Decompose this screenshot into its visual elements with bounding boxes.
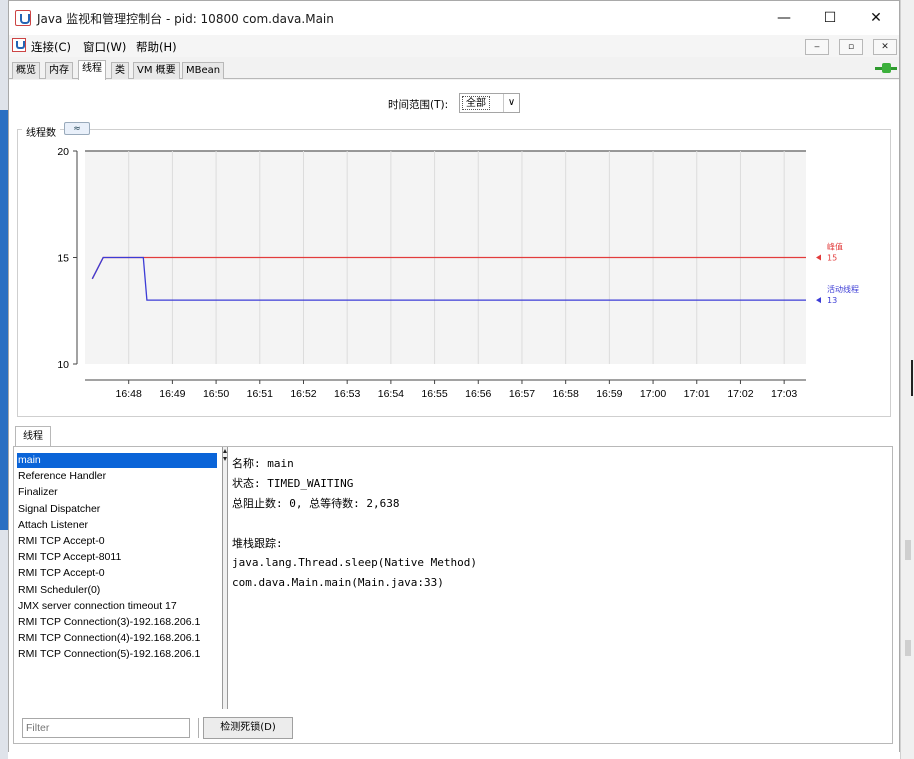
minimize-button[interactable]: —: [761, 1, 807, 35]
x-tick-label: 16:50: [203, 388, 229, 400]
legend-value: 15: [827, 254, 837, 263]
collapse-left-arrow-icon[interactable]: [223, 449, 227, 453]
collapse-right-arrow-icon[interactable]: [223, 457, 227, 461]
thread-list-item[interactable]: RMI TCP Accept-8011: [17, 550, 217, 565]
x-tick-label: 17:03: [771, 388, 797, 400]
thread-count-chart-panel: 16:48 16:49 16:50 16:51 16:52 16:53 16:54 16:55…: [17, 129, 891, 417]
thread-list-item[interactable]: RMI Scheduler(0): [17, 583, 217, 598]
thread-list[interactable]: main Reference Handler Finalizer Signal Dis…: [14, 447, 221, 709]
time-range-value: 全部: [462, 96, 490, 110]
y-tick-label: 10: [57, 359, 69, 371]
thread-name: 名称: main: [232, 457, 294, 470]
series-marker-0: [816, 254, 821, 261]
tab-overview[interactable]: 概览: [12, 62, 40, 79]
thread-list-item[interactable]: main: [17, 453, 217, 468]
menu-connection[interactable]: 连接(C): [31, 39, 71, 55]
x-tick-label: 16:52: [290, 388, 316, 400]
menu-bar: 连接(C) 窗口(W) 帮助(H): [9, 35, 899, 57]
time-range-select[interactable]: 全部 ∨: [459, 93, 520, 113]
desktop-caret: [911, 360, 913, 396]
x-tick-label: 16:48: [116, 388, 142, 400]
thread-list-item[interactable]: RMI TCP Connection(3)-192.168.206.1: [17, 615, 217, 630]
x-tick-label: 16:53: [334, 388, 360, 400]
thread-list-item[interactable]: Signal Dispatcher: [17, 502, 217, 517]
split-divider[interactable]: [222, 447, 228, 709]
thread-list-item[interactable]: RMI TCP Accept-0: [17, 534, 217, 549]
menu-help[interactable]: 帮助(H): [136, 39, 177, 55]
x-tick-label: 16:59: [596, 388, 622, 400]
legend-value: 13: [827, 296, 837, 305]
y-tick-label: 20: [57, 146, 69, 158]
background-desktop-right: [900, 0, 914, 759]
x-tick-label: 17:01: [684, 388, 710, 400]
x-tick-label: 16:54: [378, 388, 404, 400]
x-tick-label: 16:55: [421, 388, 447, 400]
thread-list-item[interactable]: RMI TCP Connection(5)-192.168.206.1: [17, 647, 217, 662]
x-tick-label: 16:49: [159, 388, 185, 400]
filter-field[interactable]: [22, 718, 190, 738]
x-tick-label: 16:57: [509, 388, 535, 400]
close-button[interactable]: ✕: [853, 1, 899, 35]
java-app-icon: [15, 10, 31, 26]
separator: [198, 718, 199, 738]
x-tick-label: 16:56: [465, 388, 491, 400]
maximize-button[interactable]: ☐: [807, 1, 853, 35]
menu-window[interactable]: 窗口(W): [83, 39, 126, 55]
stack-frame: java.lang.Thread.sleep(Native Method): [232, 556, 478, 569]
threads-panel: main Reference Handler Finalizer Signal Dis…: [13, 446, 893, 744]
series-marker-1: [816, 297, 821, 304]
java-menu-icon[interactable]: [12, 38, 26, 52]
jconsole-window: Java 监视和管理控制台 - pid: 10800 com.dava.Main…: [8, 0, 900, 752]
background-desktop-left: [0, 0, 8, 759]
tab-memory[interactable]: 内存: [45, 62, 73, 79]
y-tick-label: 15: [57, 253, 69, 265]
tab-vm-summary[interactable]: VM 概要: [133, 62, 180, 79]
stack-frame: com.dava.Main.main(Main.java:33): [232, 576, 444, 589]
thread-list-item[interactable]: Reference Handler: [17, 469, 217, 484]
legend-label: 活动线程: [827, 284, 859, 294]
stack-trace-title: 堆栈跟踪:: [232, 537, 283, 550]
title-bar[interactable]: Java 监视和管理控制台 - pid: 10800 com.dava.Main…: [9, 1, 899, 35]
mdi-minimize-button[interactable]: ‒: [805, 39, 829, 55]
thread-list-item[interactable]: Finalizer: [17, 485, 217, 500]
thread-list-item[interactable]: JMX server connection timeout 17: [17, 599, 217, 614]
chevron-down-icon[interactable]: ∨: [503, 94, 519, 112]
thread-list-item[interactable]: RMI TCP Accept-0: [17, 566, 217, 581]
thread-count-chart: 16:48 16:49 16:50 16:51 16:52 16:53 16:54 16:55…: [57, 146, 859, 400]
threads-list-tab[interactable]: 线程: [15, 426, 51, 446]
thread-blocked-waited: 总阻止数: 0, 总等待数: 2,638: [232, 497, 400, 510]
connection-status-icon: [875, 63, 897, 73]
tab-classes[interactable]: 类: [111, 62, 129, 79]
collapse-icon[interactable]: ≈: [64, 122, 90, 135]
tab-bar: 概览 内存 线程 类 VM 概要 MBean: [9, 59, 899, 80]
x-tick-label: 17:00: [640, 388, 666, 400]
tab-threads[interactable]: 线程: [78, 60, 106, 80]
filter-input[interactable]: [23, 719, 189, 737]
thread-details: 名称: main 状态: TIMED_WAITING 总阻止数: 0, 总等待数…: [232, 447, 882, 709]
x-tick-label: 17:02: [727, 388, 753, 400]
mdi-restore-button[interactable]: ▫: [839, 39, 863, 55]
x-tick-label: 16:51: [247, 388, 273, 400]
mdi-close-button[interactable]: ✕: [873, 39, 897, 55]
desktop-mark: [905, 540, 911, 560]
thread-list-item[interactable]: Attach Listener: [17, 518, 217, 533]
detect-deadlock-button[interactable]: 检测死锁(D): [203, 717, 293, 739]
desktop-mark: [905, 640, 911, 656]
legend-label: 峰值: [827, 242, 843, 252]
chart-caption: 线程数: [22, 124, 60, 139]
desktop-accent: [0, 110, 8, 530]
x-tick-label: 16:58: [553, 388, 579, 400]
thread-state: 状态: TIMED_WAITING: [232, 477, 354, 490]
tab-mbeans[interactable]: MBean: [182, 62, 225, 79]
thread-list-item[interactable]: RMI TCP Connection(4)-192.168.206.1: [17, 631, 217, 646]
time-range-label: 时间范围(T):: [388, 99, 449, 111]
window-title: Java 监视和管理控制台 - pid: 10800 com.dava.Main: [37, 12, 334, 26]
